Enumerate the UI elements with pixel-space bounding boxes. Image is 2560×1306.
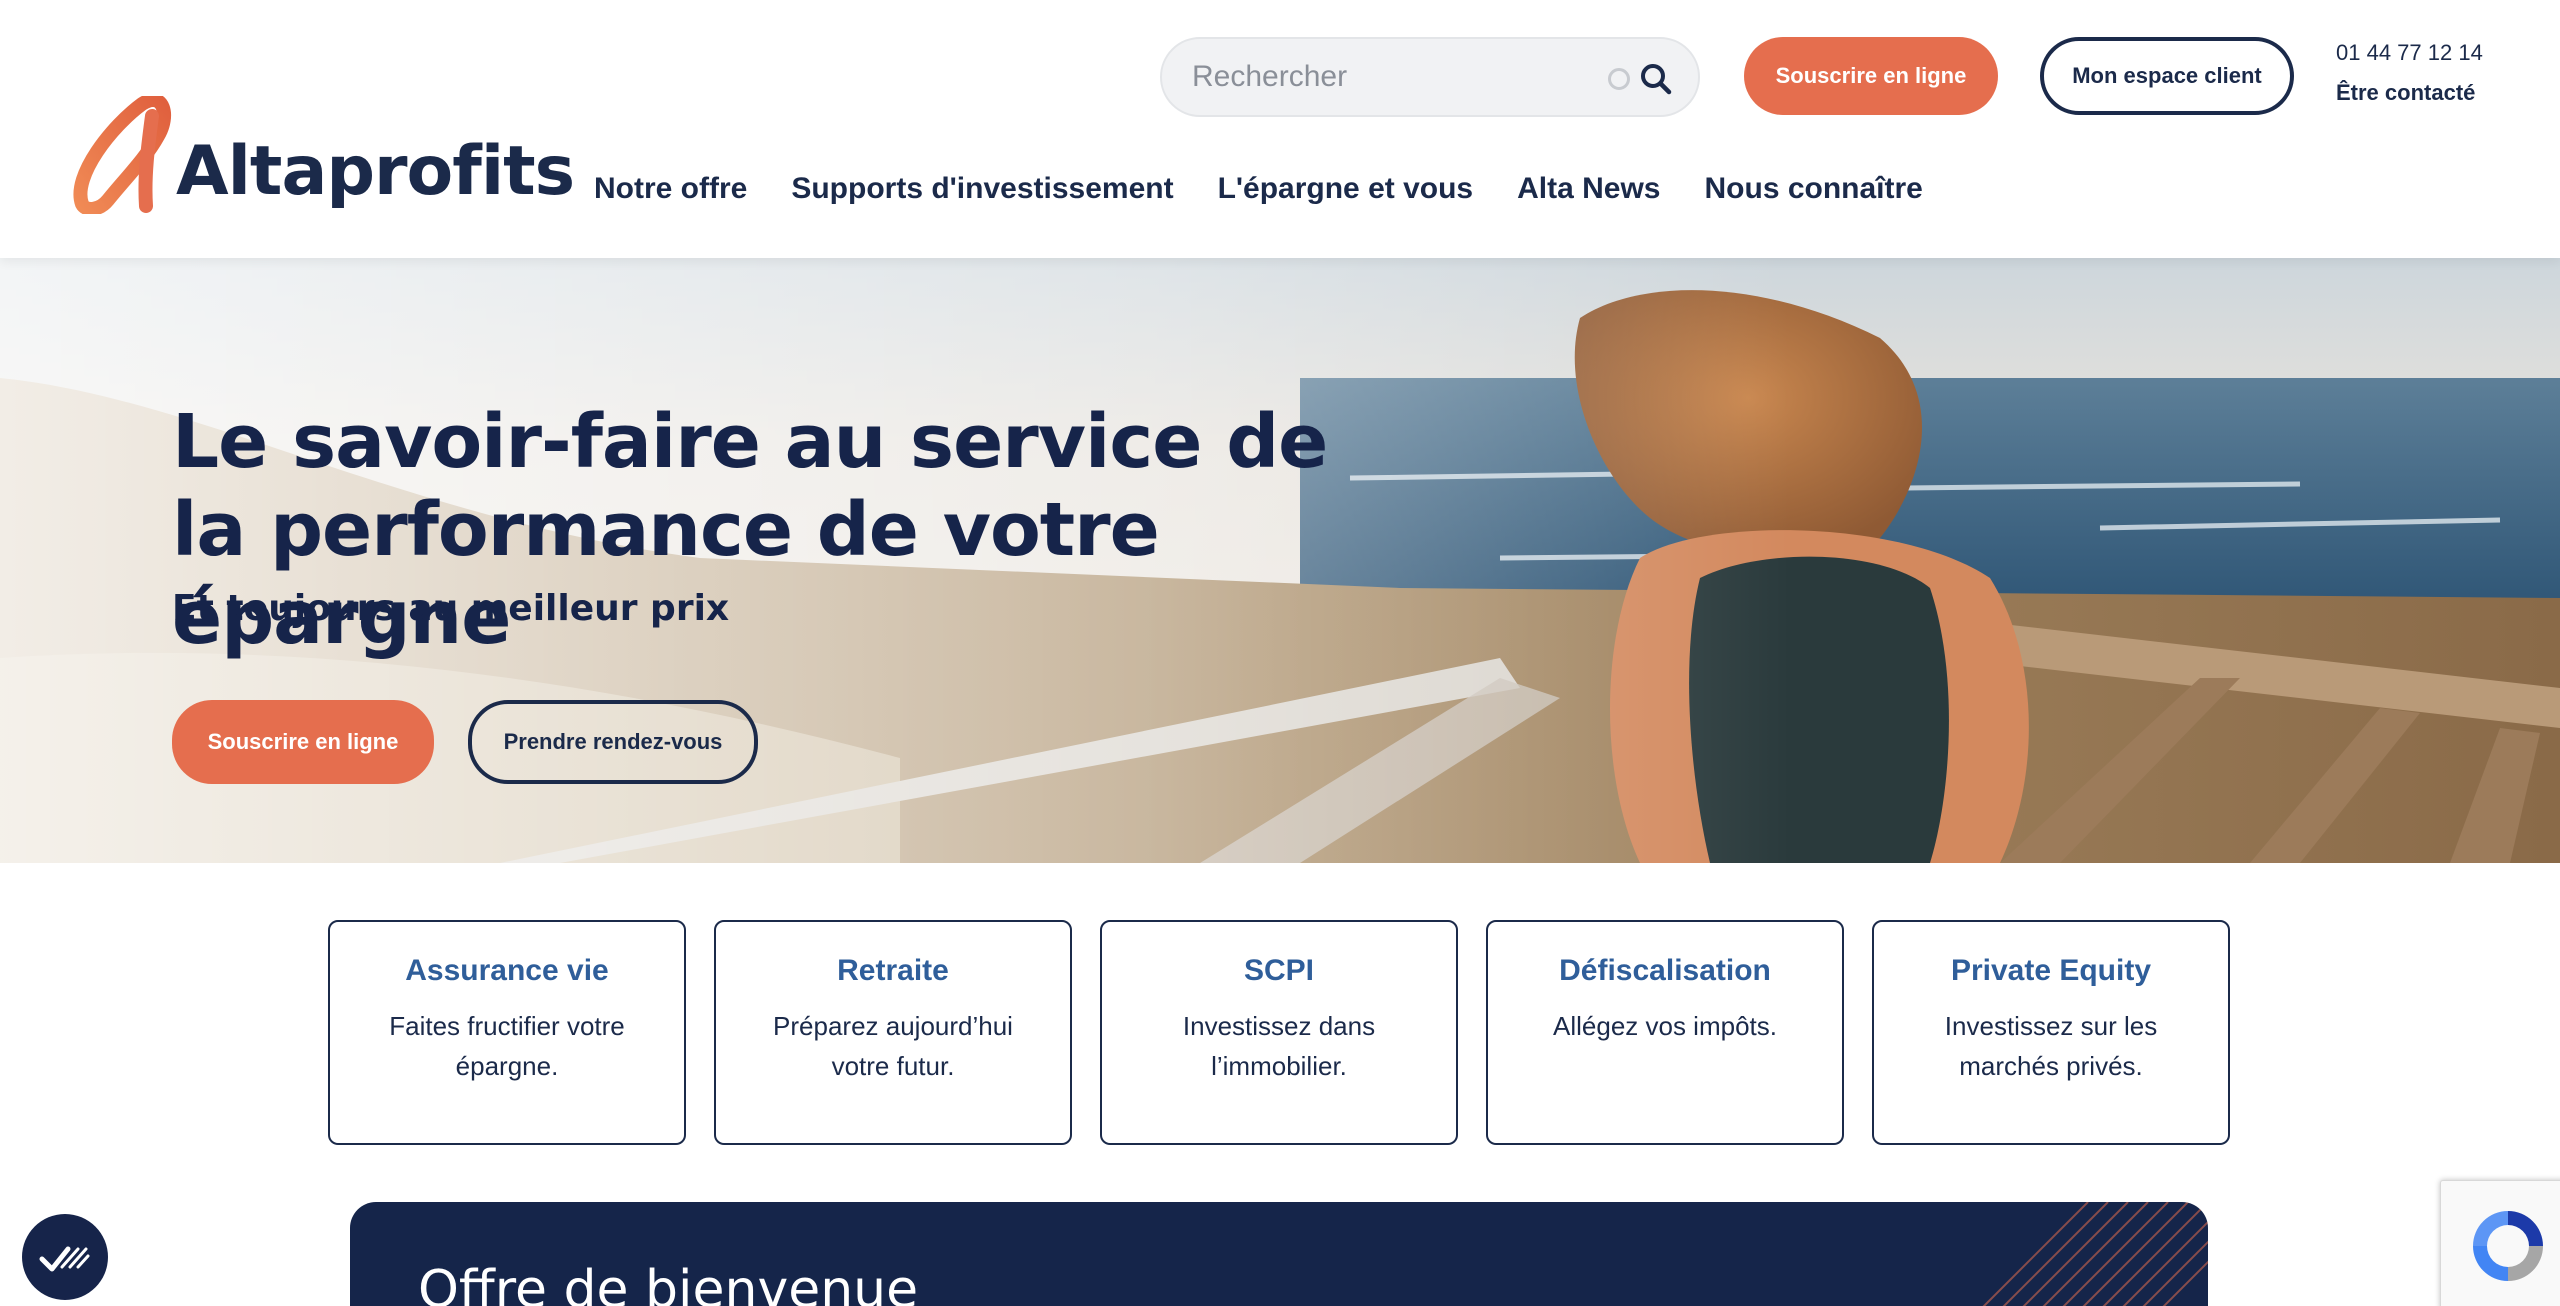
appointment-button[interactable]: Prendre rendez-vous — [468, 700, 758, 784]
card-assurance-vie[interactable]: Assurance vie Faites fructifier votre ép… — [328, 920, 686, 1145]
card-description: Investissez dans l’immobilier. — [1182, 1011, 1376, 1081]
loading-spinner-icon — [1608, 68, 1630, 90]
nav-item-alta-news[interactable]: Alta News — [1517, 172, 1660, 206]
card-title: Assurance vie — [405, 954, 609, 987]
main-nav: Notre offre Supports d'investissement L'… — [594, 172, 1967, 206]
cookie-consent-icon — [39, 1246, 90, 1272]
product-cards: Assurance vie Faites fructifier votre ép… — [328, 920, 2230, 1145]
card-private-equity[interactable]: Private Equity Investissez sur les march… — [1872, 920, 2230, 1145]
card-title: Défiscalisation — [1559, 954, 1771, 987]
card-description: Investissez sur les marchés privés. — [1944, 1011, 2158, 1081]
card-retraite[interactable]: Retraite Préparez aujourd’hui votre futu… — [714, 920, 1072, 1145]
nav-item-nous-connaitre[interactable]: Nous connaître — [1705, 172, 1923, 206]
search-bar — [1160, 37, 1700, 117]
brand-logo[interactable]: Altaprofits — [72, 96, 575, 214]
cookie-consent-button[interactable] — [22, 1214, 108, 1300]
search-icon[interactable] — [1636, 59, 1676, 99]
hero-subtitle: Et toujours au meilleur prix — [172, 588, 730, 629]
card-title: Private Equity — [1950, 954, 2152, 987]
card-defiscalisation[interactable]: Défiscalisation Allégez vos impôts. — [1486, 920, 1844, 1145]
card-scpi[interactable]: SCPI Investissez dans l’immobilier. — [1100, 920, 1458, 1145]
recaptcha-icon — [2473, 1211, 2543, 1281]
nav-item-supports[interactable]: Supports d'investissement — [791, 172, 1173, 206]
phone-number[interactable]: 01 44 77 12 14 — [2336, 40, 2483, 66]
welcome-offer-banner: Offre de bienvenue — [350, 1202, 2208, 1306]
logo-text: Altaprofits — [176, 132, 575, 211]
site-header: Altaprofits Souscrire en ligne Mon espac… — [0, 0, 2560, 258]
client-account-button[interactable]: Mon espace client — [2040, 37, 2294, 115]
contact-link[interactable]: Être contacté — [2336, 80, 2475, 106]
header-subscribe-button[interactable]: Souscrire en ligne — [1744, 37, 1998, 115]
hero-subscribe-button[interactable]: Souscrire en ligne — [172, 700, 434, 784]
recaptcha-badge[interactable] — [2440, 1180, 2560, 1306]
nav-item-notre-offre[interactable]: Notre offre — [594, 172, 747, 206]
card-description: Préparez aujourd’hui votre futur. — [773, 1011, 1013, 1081]
card-description: Allégez vos impôts. — [1553, 1011, 1777, 1041]
search-input[interactable] — [1192, 60, 1592, 94]
logo-mark-icon — [73, 96, 172, 214]
card-description: Faites fructifier votre épargne. — [389, 1011, 625, 1081]
card-title: Retraite — [837, 954, 949, 987]
card-title: SCPI — [1243, 954, 1315, 987]
nav-item-epargne[interactable]: L'épargne et vous — [1218, 172, 1474, 206]
hero-banner: Le savoir-faire au service de la perform… — [0, 258, 2560, 863]
welcome-title: Offre de bienvenue — [418, 1260, 919, 1306]
decorative-stripes — [1982, 1202, 2208, 1306]
